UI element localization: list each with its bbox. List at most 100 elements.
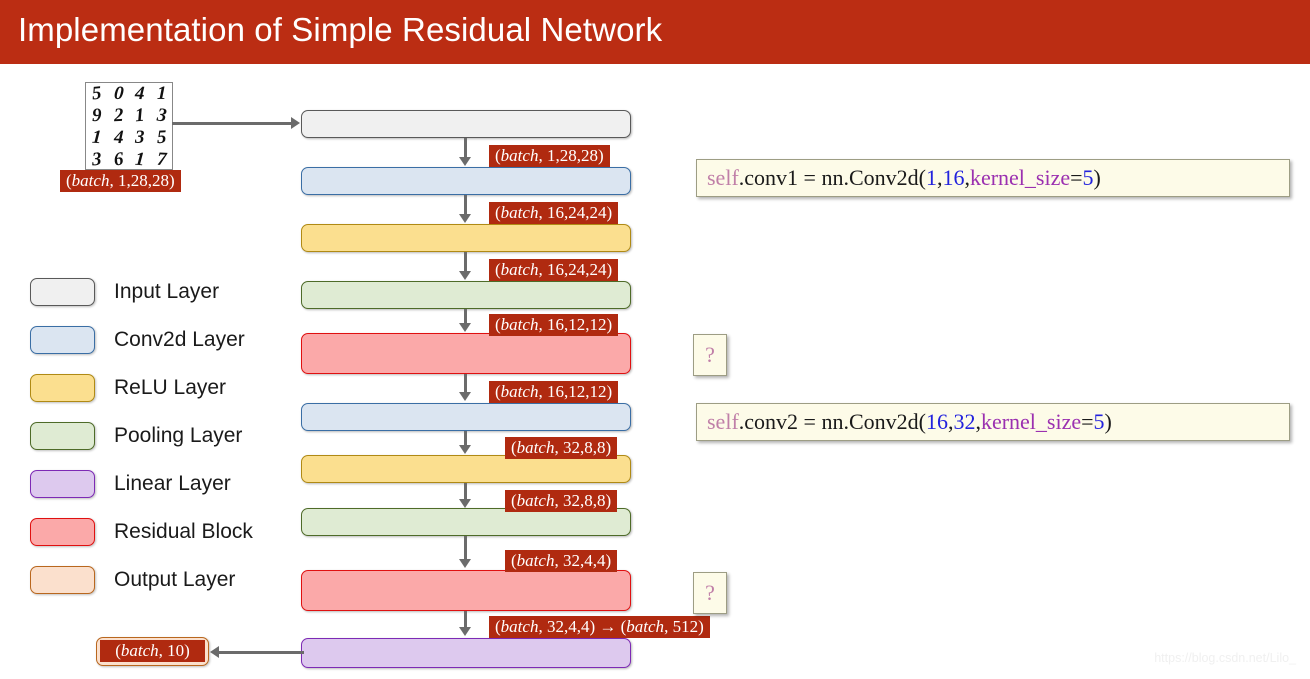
flow-arrowhead-6 [459, 445, 471, 454]
output-shape-label: (batch, 10) [100, 640, 205, 662]
layer-input-layer[interactable] [301, 110, 631, 138]
mnist-digit: 6 [112, 148, 125, 170]
mnist-digit: 1 [156, 82, 167, 105]
flow-arrowhead-8 [459, 559, 471, 568]
code-token: 16 [925, 409, 948, 434]
mnist-digit: 2 [112, 104, 124, 127]
legend-item-conv2d-layer: Conv2d Layer [30, 316, 253, 364]
question-box-2[interactable]: ? [693, 572, 727, 614]
page-title: Implementation of Simple Residual Networ… [18, 11, 663, 48]
shape-label-4: (batch, 16,12,12) [489, 314, 619, 336]
shape-label-9: (batch, 32,4,4) → (batch, 512) [489, 616, 710, 638]
legend-label-relu-layer: ReLU Layer [114, 376, 227, 399]
layer-pooling-2[interactable] [301, 508, 631, 536]
shape-label-7: (batch, 32,8,8) [505, 490, 618, 512]
shape-label-8: (batch, 32,4,4) [505, 550, 618, 572]
legend-label-conv2d-layer: Conv2d Layer [114, 328, 245, 351]
legend-label-linear-layer: Linear Layer [114, 472, 231, 495]
legend-swatch-output-layer [30, 566, 95, 594]
legend-label-residual-block: Residual Block [114, 520, 253, 543]
code-token: kernel_size [980, 409, 1082, 434]
layer-conv2d-2[interactable] [301, 403, 631, 431]
mnist-digit: 4 [113, 126, 124, 149]
mnist-digit: 3 [135, 127, 145, 148]
code-snippet-conv2[interactable]: self .conv2 = nn.Conv2d(16, 32, kernel_si… [696, 403, 1290, 441]
linear-to-output-arrowhead [210, 646, 219, 658]
code-token: .conv2 = nn.Conv2d( [738, 409, 926, 434]
flow-arrowhead-3 [459, 271, 471, 280]
mnist-digit: 3 [91, 148, 103, 170]
layer-conv2d-1[interactable] [301, 167, 631, 195]
legend-swatch-residual-block [30, 518, 95, 546]
mnist-digit: 7 [155, 148, 167, 170]
legend-swatch-linear-layer [30, 470, 95, 498]
code-token: 1 [925, 165, 937, 190]
input-to-network-arrow [172, 122, 292, 125]
mnist-digit: 4 [134, 82, 146, 105]
flow-arrowhead-4 [459, 323, 471, 332]
code-token: ) [1104, 409, 1112, 434]
mnist-digit: 1 [134, 104, 146, 127]
shape-label-5: (batch, 16,12,12) [489, 381, 619, 403]
mnist-digit: 0 [112, 82, 124, 105]
question-box-1[interactable]: ? [693, 334, 727, 376]
layer-relu-1[interactable] [301, 224, 631, 252]
layer-residual-1[interactable] [301, 333, 631, 374]
linear-to-output-arrow [219, 651, 304, 654]
mnist-digit: 1 [134, 148, 146, 170]
flow-arrow-2 [464, 195, 467, 216]
mnist-digit: 3 [155, 104, 168, 127]
layer-linear[interactable] [301, 638, 631, 668]
code-snippet-conv1[interactable]: self .conv1 = nn.Conv2d(1, 16, kernel_siz… [696, 159, 1290, 197]
legend-item-input-layer: Input Layer [30, 268, 253, 316]
shape-label-3: (batch, 16,24,24) [489, 259, 619, 281]
flow-arrowhead-5 [459, 392, 471, 401]
shape-label-1: (batch, 1,28,28) [489, 145, 610, 167]
legend-item-linear-layer: Linear Layer [30, 460, 253, 508]
title-bar: Implementation of Simple Residual Networ… [0, 0, 1310, 64]
flow-arrow-5 [464, 374, 467, 394]
watermark: https://blog.csdn.net/Lilo_ [1154, 651, 1296, 665]
flow-arrowhead-2 [459, 214, 471, 223]
flow-arrow-7 [464, 483, 467, 500]
layer-residual-2[interactable] [301, 570, 631, 611]
flow-arrowhead-1 [459, 157, 471, 166]
legend-item-pooling-layer: Pooling Layer [30, 412, 253, 460]
shape-label-2: (batch, 16,24,24) [489, 202, 619, 224]
mnist-digit: 5 [90, 82, 103, 105]
flow-arrowhead-9 [459, 627, 471, 636]
mnist-digit: 9 [91, 104, 102, 127]
legend-swatch-relu-layer [30, 374, 95, 402]
code-token: 5 [1082, 165, 1094, 190]
code-token: self [707, 165, 739, 190]
code-token: 32 [953, 409, 976, 434]
shape-label-6: (batch, 32,8,8) [505, 437, 618, 459]
legend-swatch-pooling-layer [30, 422, 95, 450]
legend-label-input-layer: Input Layer [114, 280, 220, 303]
layer-pooling-1[interactable] [301, 281, 631, 309]
code-token: 5 [1093, 409, 1105, 434]
legend: Input Layer Conv2d Layer ReLU Layer Pool… [30, 268, 253, 604]
mnist-digit: 5 [156, 126, 167, 149]
legend-swatch-conv2d-layer [30, 326, 95, 354]
code-token: = [1070, 165, 1083, 190]
code-token: kernel_size [969, 165, 1071, 190]
mnist-digit: 1 [91, 126, 103, 149]
code-token: = [1081, 409, 1094, 434]
flow-arrow-3 [464, 252, 467, 273]
legend-label-output-layer: Output Layer [114, 568, 236, 591]
code-token: 16 [942, 165, 965, 190]
mnist-input-image: 5041921314353617 [85, 82, 173, 170]
flow-arrow-8 [464, 536, 467, 561]
legend-swatch-input-layer [30, 278, 95, 306]
output-shape-badge: (batch, 10) [96, 637, 209, 666]
code-token: ) [1093, 165, 1101, 190]
mnist-digit-grid: 5041921314353617 [86, 83, 172, 169]
code-token: self [707, 409, 739, 434]
legend-item-output-layer: Output Layer [30, 556, 253, 604]
layer-relu-2[interactable] [301, 455, 631, 483]
legend-item-relu-layer: ReLU Layer [30, 364, 253, 412]
legend-label-pooling-layer: Pooling Layer [114, 424, 243, 447]
input-shape-label: (batch, 1,28,28) [60, 170, 181, 192]
legend-item-residual-block: Residual Block [30, 508, 253, 556]
